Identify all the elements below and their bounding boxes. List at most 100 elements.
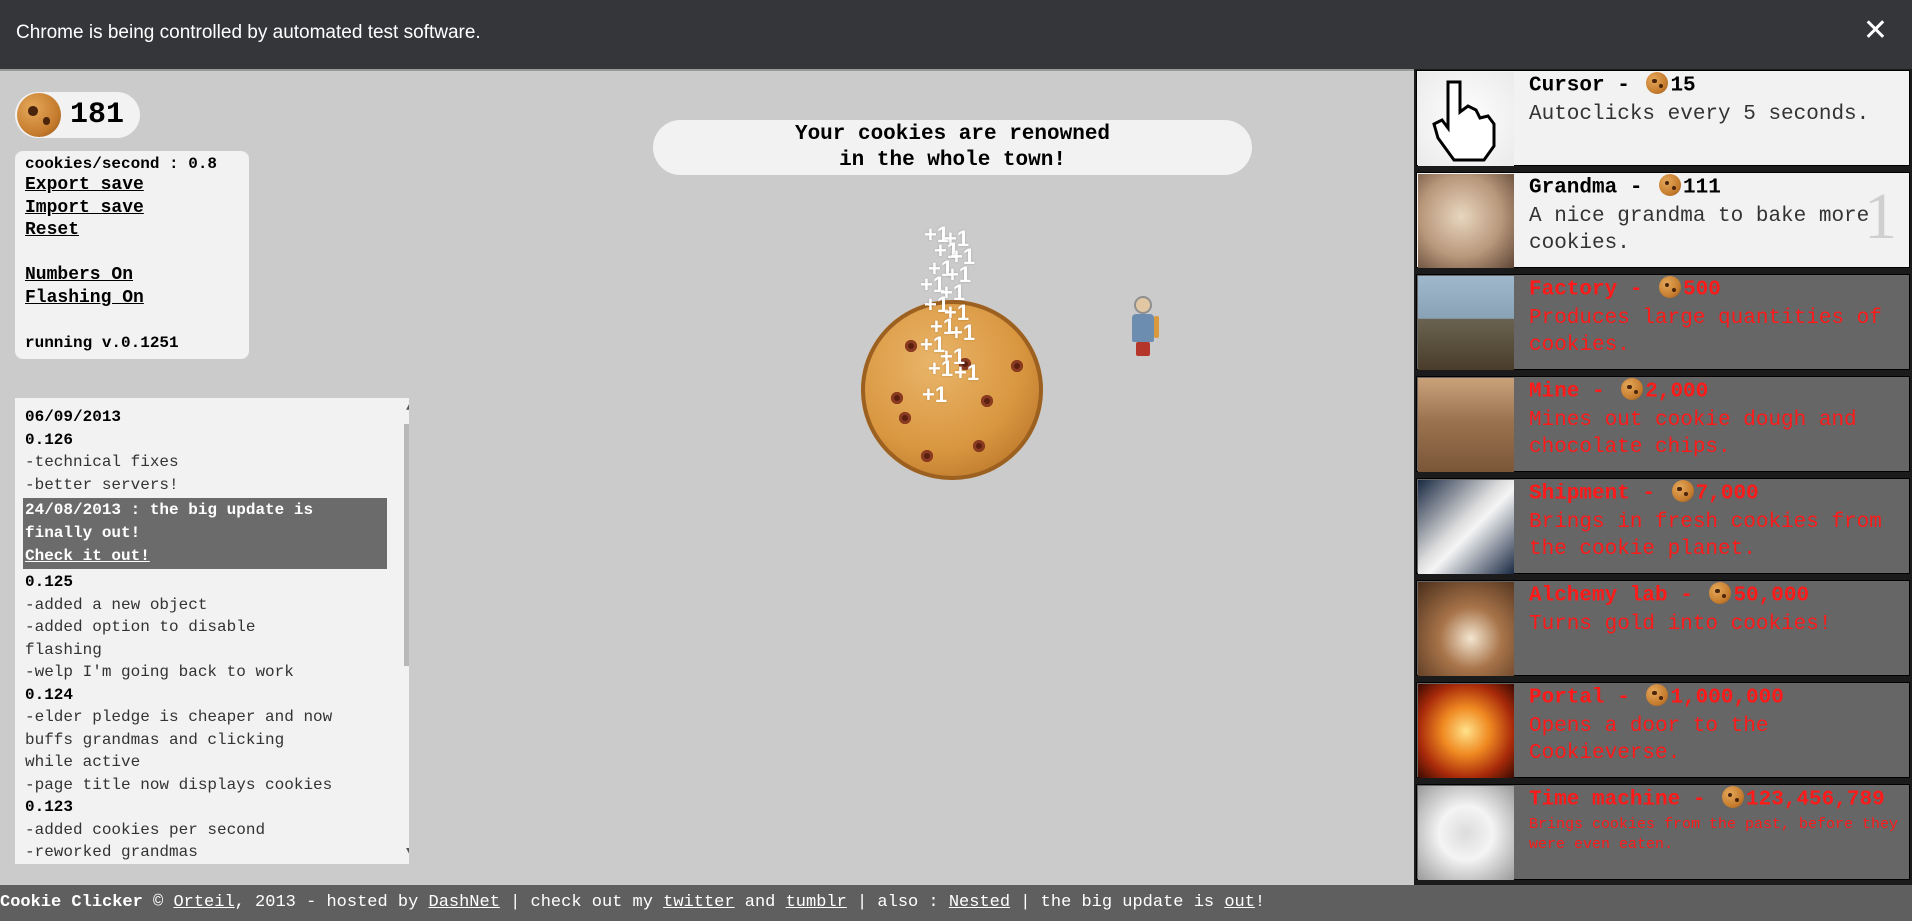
store-item-title: Factory - 500 (1529, 276, 1721, 302)
automation-infobar: Chrome is being controlled by automated … (0, 0, 1912, 69)
author-link[interactable]: Orteil (173, 893, 234, 912)
changelog-entry: buffs grandmas and clicking (25, 730, 285, 749)
cookie-icon (1709, 582, 1732, 604)
cookies-per-second: cookies/second : 0.8 (25, 155, 218, 173)
time-machine-picture-icon (1418, 786, 1514, 880)
grandma-head (1134, 296, 1152, 314)
headline-line-2: in the whole town! (839, 149, 1066, 172)
import-save-link[interactable]: Import save (25, 198, 144, 218)
changelog-entry: -welp I'm going back to work (25, 663, 294, 681)
store-item-name: Factory (1529, 278, 1618, 302)
changelog-entry: -reworked grandmas (25, 843, 198, 861)
changelog-entry: -technical fixes (25, 453, 179, 471)
alchemy-lab-picture-icon (1418, 582, 1514, 676)
owned-count: 1 (1864, 180, 1897, 253)
footer: Cookie Clicker © Orteil, 2013 - hosted b… (0, 885, 1912, 921)
footer-text-part: and (734, 893, 786, 912)
nested-link[interactable]: Nested (949, 893, 1010, 912)
changelog-entry: while active (25, 753, 141, 771)
chocolate-chip (899, 412, 911, 424)
cookie-icon (17, 93, 61, 137)
cursor-picture-icon (1418, 72, 1514, 166)
store-item-title: Alchemy lab - 50,000 (1529, 582, 1810, 608)
store-item-cursor[interactable]: Cursor - 15 Autoclicks every 5 seconds. (1416, 70, 1910, 166)
store-item-price: 1,000,000 (1670, 686, 1784, 710)
flashing-toggle-link[interactable]: Flashing On (25, 288, 144, 308)
store-item-price: 111 (1683, 176, 1721, 200)
changelog-panel[interactable]: 06/09/2013 0.126 -technical fixes -better s… (15, 398, 409, 864)
plus-one-text: +1 (950, 320, 976, 345)
export-save-link[interactable]: Export save (25, 175, 144, 195)
footer-copy: © (142, 893, 174, 912)
check-it-out-link[interactable]: Check it out! (25, 547, 150, 565)
footer-brand: Cookie Clicker (0, 893, 143, 912)
version-text: running v.0.1251 (25, 334, 179, 352)
store-item-price: 7,000 (1695, 482, 1759, 506)
headline-line-1: Your cookies are renowned (794, 123, 1111, 146)
cookie-icon (1621, 378, 1644, 400)
cookie-icon (1659, 276, 1682, 298)
store-item-title: Shipment - 7,000 (1529, 480, 1759, 506)
grandma-body (1132, 314, 1154, 342)
grandma-sprite (1126, 296, 1162, 366)
store-item-time-machine[interactable]: Time machine - 123,456,789 Brings cookies… (1416, 784, 1910, 880)
changelog-version: 0.125 (25, 573, 74, 591)
grandma-picture-icon (1418, 174, 1514, 268)
scroll-up-arrow-icon[interactable]: ▲ (406, 402, 409, 414)
changelog-content: 06/09/2013 0.126 -technical fixes -better s… (23, 406, 387, 864)
store-item-name: Cursor (1529, 74, 1605, 98)
store-item-name: Mine (1529, 380, 1580, 404)
store-item-price: 123,456,789 (1746, 788, 1885, 812)
portal-picture-icon (1418, 684, 1514, 778)
mine-picture-icon (1418, 378, 1514, 472)
changelog-version: 06/09/2013 (25, 408, 122, 426)
store-item-factory[interactable]: Factory - 500 Produces large quantities o… (1416, 274, 1910, 370)
store-item-name: Shipment (1529, 482, 1630, 506)
store-item-name: Portal (1529, 686, 1605, 710)
cookie-icon (1646, 684, 1669, 706)
plus-one-text: +1 (928, 356, 954, 381)
tumblr-link[interactable]: tumblr (786, 893, 847, 912)
numbers-toggle-link[interactable]: Numbers On (25, 265, 133, 285)
changelog-version: 0.124 (25, 685, 74, 704)
store-item-price: 15 (1670, 74, 1696, 98)
scrollbar-thumb[interactable] (404, 424, 409, 666)
store-item-mine[interactable]: Mine - 2,000 Mines out cookie dough and c… (1416, 376, 1910, 472)
store-item-description: Opens a door to the Cookieverse. (1529, 715, 1769, 765)
scroll-down-arrow-icon[interactable]: ▼ (406, 846, 409, 858)
automation-message: Chrome is being controlled by automated … (16, 22, 481, 43)
store-item-description: A nice grandma to bake more cookies. (1529, 205, 1870, 255)
store-item-price: 50,000 (1733, 584, 1810, 608)
chocolate-chip (973, 440, 985, 452)
chocolate-chip (921, 450, 933, 462)
changelog-scrollbar[interactable]: ▲ ▼ (401, 398, 409, 864)
changelog-entry: -elder pledge is cheaper and now (25, 708, 333, 726)
chocolate-chip (981, 395, 993, 407)
store-item-shipment[interactable]: Shipment - 7,000 Brings in fresh cookies … (1416, 478, 1910, 574)
changelog-entry: -page title now displays cookies (25, 775, 333, 794)
store-item-title: Time machine - 123,456,789 (1529, 786, 1885, 812)
announcement-line: finally out! (25, 524, 141, 542)
changelog-entry: -better servers! (25, 475, 179, 494)
changelog-entry: -added a new object (25, 595, 208, 614)
store-item-description: Brings cookies from the past, before the… (1529, 816, 1899, 853)
update-out-link[interactable]: out (1224, 893, 1255, 912)
store-item-name: Time machine (1529, 788, 1681, 812)
changelog-version: 0.126 (25, 430, 74, 449)
shipment-picture-icon (1418, 480, 1514, 574)
cookie-count: 181 (70, 98, 125, 132)
store-item-title: Mine - 2,000 (1529, 378, 1708, 404)
close-icon[interactable]: ✕ (1863, 16, 1888, 46)
twitter-link[interactable]: twitter (663, 893, 734, 912)
footer-text-part: | check out my (499, 893, 664, 912)
store-item-grandma[interactable]: Grandma - 111 A nice grandma to bake more… (1416, 172, 1910, 268)
pointer-hand-icon (1432, 80, 1496, 162)
footer-text-part: ! (1254, 893, 1266, 912)
store-item-name: Alchemy lab (1529, 584, 1668, 608)
cookie-icon (1671, 480, 1694, 502)
store-item-alchemy-lab[interactable]: Alchemy lab - 50,000 Turns gold into cook… (1416, 580, 1910, 676)
store-item-description: Brings in fresh cookies from the cookie … (1529, 511, 1882, 561)
store-item-portal[interactable]: Portal - 1,000,000 Opens a door to the Co… (1416, 682, 1910, 778)
dashnet-link[interactable]: DashNet (429, 893, 500, 912)
reset-link[interactable]: Reset (25, 220, 79, 240)
